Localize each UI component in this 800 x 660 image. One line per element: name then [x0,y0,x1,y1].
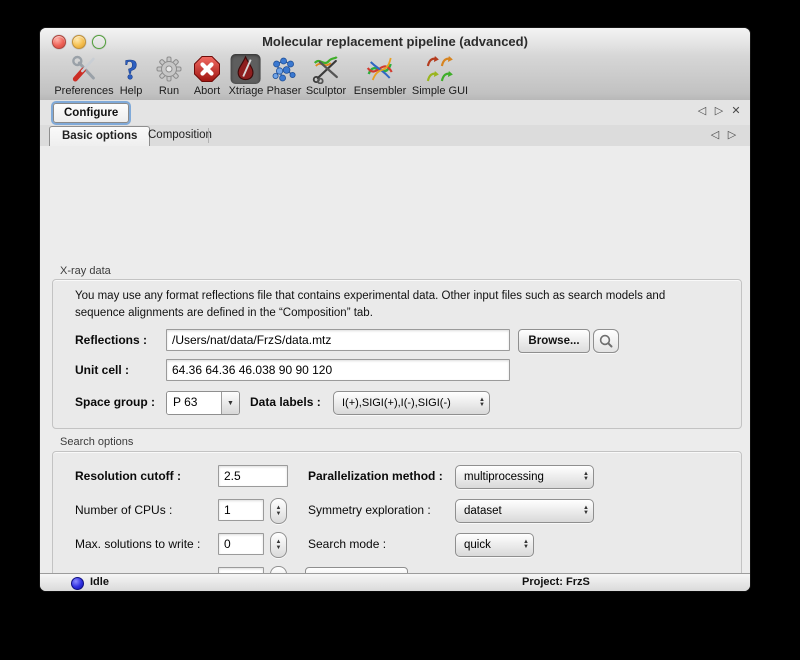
symmetry-label: Symmetry exploration : [308,499,431,521]
notebook-forward-icon[interactable]: ▷ [726,128,738,141]
tab-close-icon[interactable]: ✕ [730,104,742,117]
xray-group-title: X-ray data [60,265,111,277]
symmetry-value: dataset [464,505,577,517]
toolbar-label: Xtriage [229,85,264,97]
search-mode-popup[interactable]: quick ▲▼ [455,533,534,557]
space-group-label: Space group : [75,391,155,413]
toolbar-button-phaser[interactable]: Phaser [267,54,302,97]
status-led-icon [71,577,84,590]
unit-cell-input[interactable] [166,359,510,381]
toolbar-button-ensembler[interactable]: Ensembler [354,54,407,97]
parallelization-label: Parallelization method : [308,465,443,487]
phaser-icon [269,54,299,84]
num-cpus-label: Number of CPUs : [75,499,172,521]
search-mode-label: Search mode : [308,533,386,555]
toolbar-button-sculptor[interactable]: Sculptor [306,54,346,97]
project-label: Project: FrzS [522,575,590,590]
resolution-cutoff-label: Resolution cutoff : [75,465,181,487]
svg-text:?: ? [124,55,138,84]
num-cpus-stepper[interactable]: ▲▼ [270,498,287,524]
window-chrome: Molecular replacement pipeline (advanced… [40,28,750,101]
popup-arrows-icon: ▲▼ [583,506,589,516]
help-icon: ? [116,54,146,84]
reflections-browse-button[interactable]: Browse... [518,329,590,353]
toolbar-label: Help [120,85,143,97]
xray-description-line1: You may use any format reflections file … [75,288,665,305]
zoom-button[interactable] [92,35,106,49]
popup-arrows-icon: ▲▼ [523,540,529,550]
popup-arrows-icon: ▲▼ [479,398,485,408]
max-solutions-stepper[interactable]: ▲▼ [270,532,287,558]
reflections-view-button[interactable] [593,329,619,353]
toolbar-label: Ensembler [354,85,407,97]
toolbar-button-preferences[interactable]: Preferences [54,54,113,97]
abort-icon [192,54,222,84]
chevron-down-icon[interactable]: ▼ [221,392,239,414]
app-window: Molecular replacement pipeline (advanced… [40,28,750,591]
toolbar-button-simple-gui[interactable]: Simple GUI [412,54,468,97]
tab-composition[interactable]: Composition [136,126,224,145]
data-labels-popup[interactable]: I(+),SIGI(+),I(-),SIGI(-) ▲▼ [333,391,490,415]
simple-gui-icon [425,54,455,84]
toolbar-label: Abort [194,85,220,97]
xtriage-icon [231,54,261,84]
basic-options-page: X-ray data You may use any format reflec… [40,146,750,574]
close-button[interactable] [52,35,66,49]
preferences-icon [69,54,99,84]
reflections-label: Reflections : [75,329,147,351]
toolbar-label: Sculptor [306,85,346,97]
sculptor-icon [311,54,341,84]
space-group-combo[interactable]: P 63 ▼ [166,391,240,415]
notebook-tab-strip: Basic options Composition ◁ ▷ [40,125,750,147]
run-icon [154,54,184,84]
document-tab-strip: Configure ◁ ▷ ✕ [40,100,750,126]
resolution-cutoff-input[interactable] [218,465,288,487]
xray-description-line2: sequence alignments are defined in the “… [75,305,373,322]
status-bar: Idle Project: FrzS [40,573,750,591]
symmetry-popup[interactable]: dataset ▲▼ [455,499,594,523]
ensembler-icon [365,54,395,84]
parallelization-value: multiprocessing [464,471,577,483]
popup-arrows-icon: ▲▼ [583,472,589,482]
notebook-back-icon[interactable]: ◁ [709,128,721,141]
toolbar-button-xtriage[interactable]: Xtriage [229,54,264,97]
tab-configure[interactable]: Configure [53,103,129,123]
unit-cell-label: Unit cell : [75,359,129,381]
space-group-value: P 63 [167,392,221,414]
window-title: Molecular replacement pipeline (advanced… [120,34,670,49]
toolbar-label: Run [159,85,179,97]
tab-forward-icon[interactable]: ▷ [713,104,725,117]
toolbar-label: Preferences [54,85,113,97]
toolbar-button-abort[interactable]: Abort [192,54,222,97]
tab-divider [208,128,209,143]
max-solutions-input[interactable] [218,533,264,555]
minimize-button[interactable] [72,35,86,49]
parallelization-popup[interactable]: multiprocessing ▲▼ [455,465,594,489]
num-cpus-input[interactable] [218,499,264,521]
status-text: Idle [90,575,109,590]
toolbar-button-run[interactable]: Run [154,54,184,97]
data-labels-label: Data labels : [250,391,321,413]
magnifier-icon [598,333,614,349]
reflections-input[interactable] [166,329,510,351]
toolbar-label: Simple GUI [412,85,468,97]
max-solutions-label: Max. solutions to write : [75,533,200,555]
tab-back-icon[interactable]: ◁ [696,104,708,117]
search-group-title: Search options [60,436,133,448]
data-labels-value: I(+),SIGI(+),I(-),SIGI(-) [342,397,473,409]
toolbar-label: Phaser [267,85,302,97]
search-mode-value: quick [464,539,517,551]
toolbar-button-help[interactable]: ? Help [116,54,146,97]
